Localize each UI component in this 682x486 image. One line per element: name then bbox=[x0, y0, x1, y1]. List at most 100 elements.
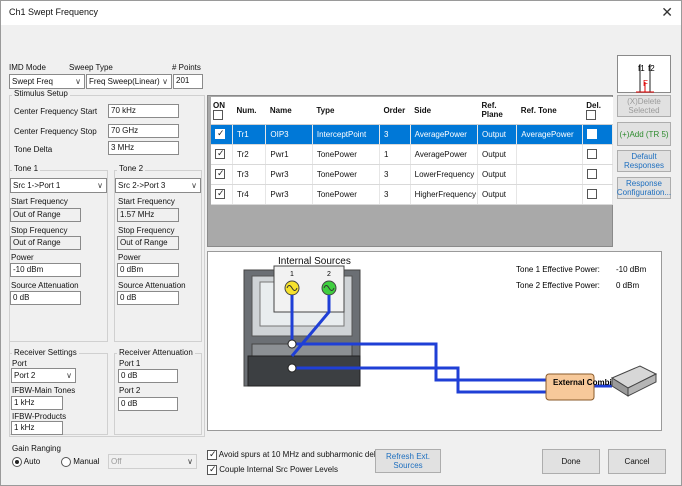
ifbw-products-label: IFBW-Products bbox=[12, 412, 67, 421]
delete-checkbox[interactable] bbox=[586, 189, 597, 199]
sweep-type-value: Freq Sweep(Linear) bbox=[89, 77, 160, 86]
avoid-spurs-option[interactable]: Avoid spurs at 10 MHz and subharmonic de… bbox=[207, 449, 387, 460]
radio-icon bbox=[61, 457, 71, 467]
tone1-title: Tone 1 bbox=[12, 164, 41, 173]
tone1-atten-input[interactable]: 0 dB bbox=[10, 291, 81, 305]
ref-tone-cell: AveragePower bbox=[516, 124, 583, 145]
fo-label: F bbox=[643, 79, 648, 88]
ifbw-main-label: IFBW-Main Tones bbox=[12, 386, 76, 395]
order-cell: 3 bbox=[379, 124, 411, 145]
stimulus-title: Stimulus Setup bbox=[12, 89, 70, 98]
port1-connector bbox=[287, 339, 297, 349]
side-cell: HigherFrequency bbox=[410, 184, 479, 205]
receiver-atten-title: Receiver Attenuation bbox=[117, 348, 195, 357]
num-cell: Tr3 bbox=[232, 164, 267, 185]
rx-port1-input[interactable]: 0 dB bbox=[118, 369, 178, 383]
rx-port1-label: Port 1 bbox=[119, 359, 141, 368]
tone1-atten-label: Source Attenuation bbox=[11, 281, 79, 290]
delete-selected-button[interactable]: (X)Delete Selected bbox=[617, 95, 671, 117]
tone-preview: f1 f2 F bbox=[617, 55, 671, 93]
order-cell: 1 bbox=[379, 144, 411, 165]
center-stop-input[interactable]: 70 GHz bbox=[108, 124, 179, 138]
name-cell: Pwr3 bbox=[265, 184, 313, 205]
on-checkbox[interactable] bbox=[215, 168, 225, 179]
ref-plane-cell: Output bbox=[477, 164, 518, 185]
table-row[interactable]: Tr3 Pwr3 TonePower 3 LowerFrequency Outp… bbox=[211, 164, 614, 185]
on-checkbox[interactable] bbox=[215, 128, 225, 139]
tone1-power-input[interactable]: -10 dBm bbox=[10, 263, 81, 277]
on-checkbox[interactable] bbox=[215, 188, 225, 199]
tone1-power-readout: -10 dBm bbox=[616, 265, 647, 274]
tone-delta-input[interactable]: 3 MHz bbox=[108, 141, 179, 155]
couple-power-label: Couple Internal Src Power Levels bbox=[219, 465, 338, 475]
chevron-down-icon: ∨ bbox=[66, 371, 72, 380]
gain-auto-label: Auto bbox=[23, 457, 41, 467]
response-config-button[interactable]: Response Configuration... bbox=[617, 177, 671, 199]
couple-power-checkbox[interactable] bbox=[207, 464, 217, 475]
tone1-start-field: Out of Range bbox=[10, 208, 81, 222]
center-start-input[interactable]: 70 kHz bbox=[108, 104, 179, 118]
ifbw-main-input[interactable]: 1 kHz bbox=[11, 396, 63, 410]
chevron-down-icon: ∨ bbox=[187, 457, 193, 466]
gain-manual-radio[interactable]: Manual bbox=[61, 457, 99, 467]
delete-checkbox[interactable] bbox=[586, 169, 597, 179]
on-checkbox[interactable] bbox=[215, 148, 225, 159]
delete-checkbox[interactable] bbox=[586, 149, 597, 159]
ifbw-products-input[interactable]: 1 kHz bbox=[11, 421, 63, 435]
ref-tone-cell bbox=[516, 184, 583, 205]
gain-auto-radio[interactable]: Auto bbox=[12, 457, 40, 467]
num-cell: Tr1 bbox=[232, 124, 267, 145]
tone2-power-readout-label: Tone 2 Effective Power: bbox=[516, 281, 600, 290]
connection-diagram: Internal Sources 1 2 External Combiner T… bbox=[207, 251, 662, 431]
del-cell bbox=[582, 144, 614, 165]
delete-all-checkbox[interactable] bbox=[586, 109, 597, 120]
rx-port2-input[interactable]: 0 dB bbox=[118, 397, 178, 411]
close-icon[interactable]: ✕ bbox=[661, 4, 673, 21]
table-row[interactable]: Tr4 Pwr3 TonePower 3 HigherFrequency Out… bbox=[211, 184, 614, 205]
name-cell: Pwr1 bbox=[265, 144, 313, 165]
receiver-title: Receiver Settings bbox=[12, 348, 79, 357]
col-ref-plane: Ref. Plane bbox=[477, 97, 517, 125]
points-input[interactable]: 201 bbox=[173, 74, 203, 89]
ref-plane-cell: Output bbox=[477, 124, 518, 145]
imd-mode-select[interactable]: Swept Freq ∨ bbox=[9, 74, 85, 89]
gain-value-select: Off ∨ bbox=[108, 454, 197, 469]
cancel-button[interactable]: Cancel bbox=[608, 449, 666, 474]
tone2-atten-input[interactable]: 0 dB bbox=[117, 291, 179, 305]
rx-port2-label: Port 2 bbox=[119, 386, 141, 395]
sweep-type-select[interactable]: Freq Sweep(Linear) ∨ bbox=[86, 74, 172, 89]
avoid-spurs-label: Avoid spurs at 10 MHz and subharmonic de… bbox=[218, 450, 387, 460]
receiver-port-select[interactable]: Port 2 ∨ bbox=[11, 368, 76, 383]
refresh-ext-sources-button[interactable]: Refresh Ext. Sources bbox=[375, 449, 441, 473]
tone-spectrum-icon: f1 f2 F bbox=[636, 64, 655, 93]
test-set bbox=[247, 355, 361, 387]
trace-table: ON Num. Name Type Order Side Ref. Plane … bbox=[211, 97, 614, 205]
side-cell: AveragePower bbox=[410, 124, 479, 145]
default-responses-button[interactable]: Default Responses bbox=[617, 150, 671, 172]
on-cell bbox=[211, 184, 234, 205]
col-order: Order bbox=[379, 97, 411, 125]
on-cell bbox=[211, 144, 234, 165]
select-all-checkbox[interactable] bbox=[213, 109, 223, 120]
table-row[interactable]: Tr2 Pwr1 TonePower 1 AveragePower Output bbox=[211, 144, 614, 165]
tone1-start-label: Start Frequency bbox=[11, 197, 68, 206]
gain-ranging-title: Gain Ranging bbox=[12, 444, 61, 453]
type-cell: TonePower bbox=[312, 184, 380, 205]
chevron-down-icon: ∨ bbox=[97, 181, 103, 190]
type-cell: InterceptPoint bbox=[312, 124, 380, 145]
gain-value: Off bbox=[111, 457, 122, 466]
done-button[interactable]: Done bbox=[542, 449, 600, 474]
delete-checkbox[interactable] bbox=[586, 129, 597, 139]
table-row[interactable]: Tr1 OIP3 InterceptPoint 3 AveragePower O… bbox=[211, 124, 614, 145]
chevron-down-icon: ∨ bbox=[191, 181, 197, 190]
tone1-source-select[interactable]: Src 1->Port 1 ∨ bbox=[10, 178, 107, 193]
avoid-spurs-checkbox[interactable] bbox=[207, 449, 217, 460]
couple-power-option[interactable]: Couple Internal Src Power Levels bbox=[207, 464, 338, 475]
name-cell: OIP3 bbox=[265, 124, 313, 145]
ref-tone-cell bbox=[516, 144, 583, 165]
tone2-power-input[interactable]: 0 dBm bbox=[117, 263, 179, 277]
type-cell: TonePower bbox=[312, 144, 380, 165]
tone2-source-select[interactable]: Src 2->Port 3 ∨ bbox=[115, 178, 201, 193]
tone2-start-field: 1.57 MHz bbox=[117, 208, 179, 222]
add-trace-button[interactable]: (+)Add (TR 5) bbox=[617, 122, 671, 146]
